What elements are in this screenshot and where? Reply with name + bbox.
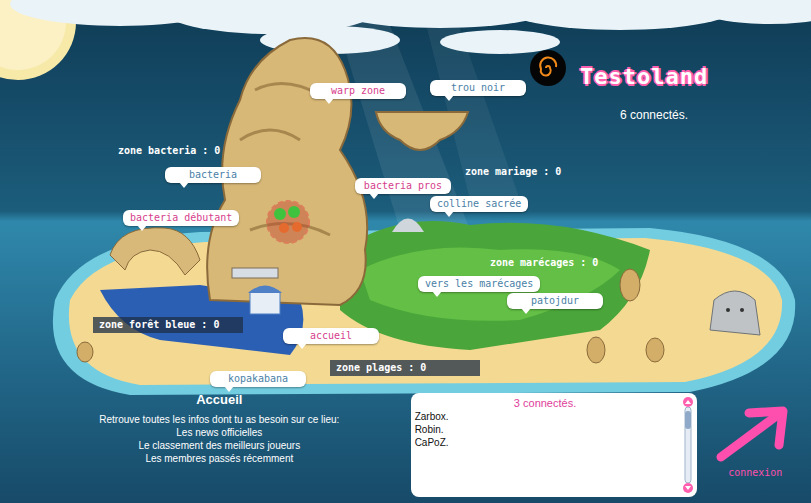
info-link[interactable]: Le classement des meilleurs joueurs xyxy=(70,439,369,452)
info-link[interactable]: Les news officielles xyxy=(70,426,369,439)
login-button[interactable]: connexion xyxy=(707,393,803,480)
bottom-panel: Accueil Retrouve toutes les infos dont tu… xyxy=(0,390,811,503)
zone-count: zone forêt bleue : 0 xyxy=(93,317,243,333)
online-title: 3 connectés. xyxy=(415,396,676,410)
member-name[interactable]: Robin. xyxy=(415,423,676,436)
zone-count: zone marécages : 0 xyxy=(487,255,601,271)
place-label[interactable]: vers les marécages xyxy=(418,276,540,292)
place-label[interactable]: colline sacrée xyxy=(430,196,528,212)
info-intro: Retrouve toutes les infos dont tu as bes… xyxy=(70,413,369,426)
map-area: Testoland 6 connectés. warp zone trou noir b… xyxy=(0,0,811,390)
place-label[interactable]: bacteria débutant xyxy=(123,210,239,226)
world-title: Testoland xyxy=(580,60,708,93)
zone-count: zone bacteria : 0 xyxy=(115,143,223,159)
arrow-icon[interactable] xyxy=(707,405,803,465)
place-label[interactable]: bacteria pros xyxy=(355,178,451,194)
place-label[interactable]: trou noir xyxy=(430,80,526,96)
zone-count: zone mariage : 0 xyxy=(462,164,564,180)
place-label[interactable]: accueil xyxy=(283,328,379,344)
place-label[interactable]: patojdur xyxy=(507,293,603,309)
login-label[interactable]: connexion xyxy=(707,465,803,480)
zone-count: zone plages : 0 xyxy=(330,360,480,376)
scrollbar[interactable] xyxy=(682,397,694,493)
game-map: Testoland 6 connectés. warp zone trou noir b… xyxy=(0,0,811,503)
place-label[interactable]: warp zone xyxy=(310,83,406,99)
member-name[interactable]: Zarbox. xyxy=(415,410,676,423)
info-title: Accueil xyxy=(70,393,369,406)
place-label[interactable]: bacteria xyxy=(165,167,261,183)
member-name[interactable]: CaPoZ. xyxy=(415,436,676,449)
online-count: 6 connectés. xyxy=(620,106,688,124)
place-info: Accueil Retrouve toutes les infos dont tu… xyxy=(70,393,369,465)
place-label[interactable]: kopakabana xyxy=(210,371,306,387)
info-link[interactable]: Les membres passés récemment xyxy=(70,452,369,465)
online-list: 3 connectés.Zarbox.Robin.CaPoZ. xyxy=(411,393,698,497)
